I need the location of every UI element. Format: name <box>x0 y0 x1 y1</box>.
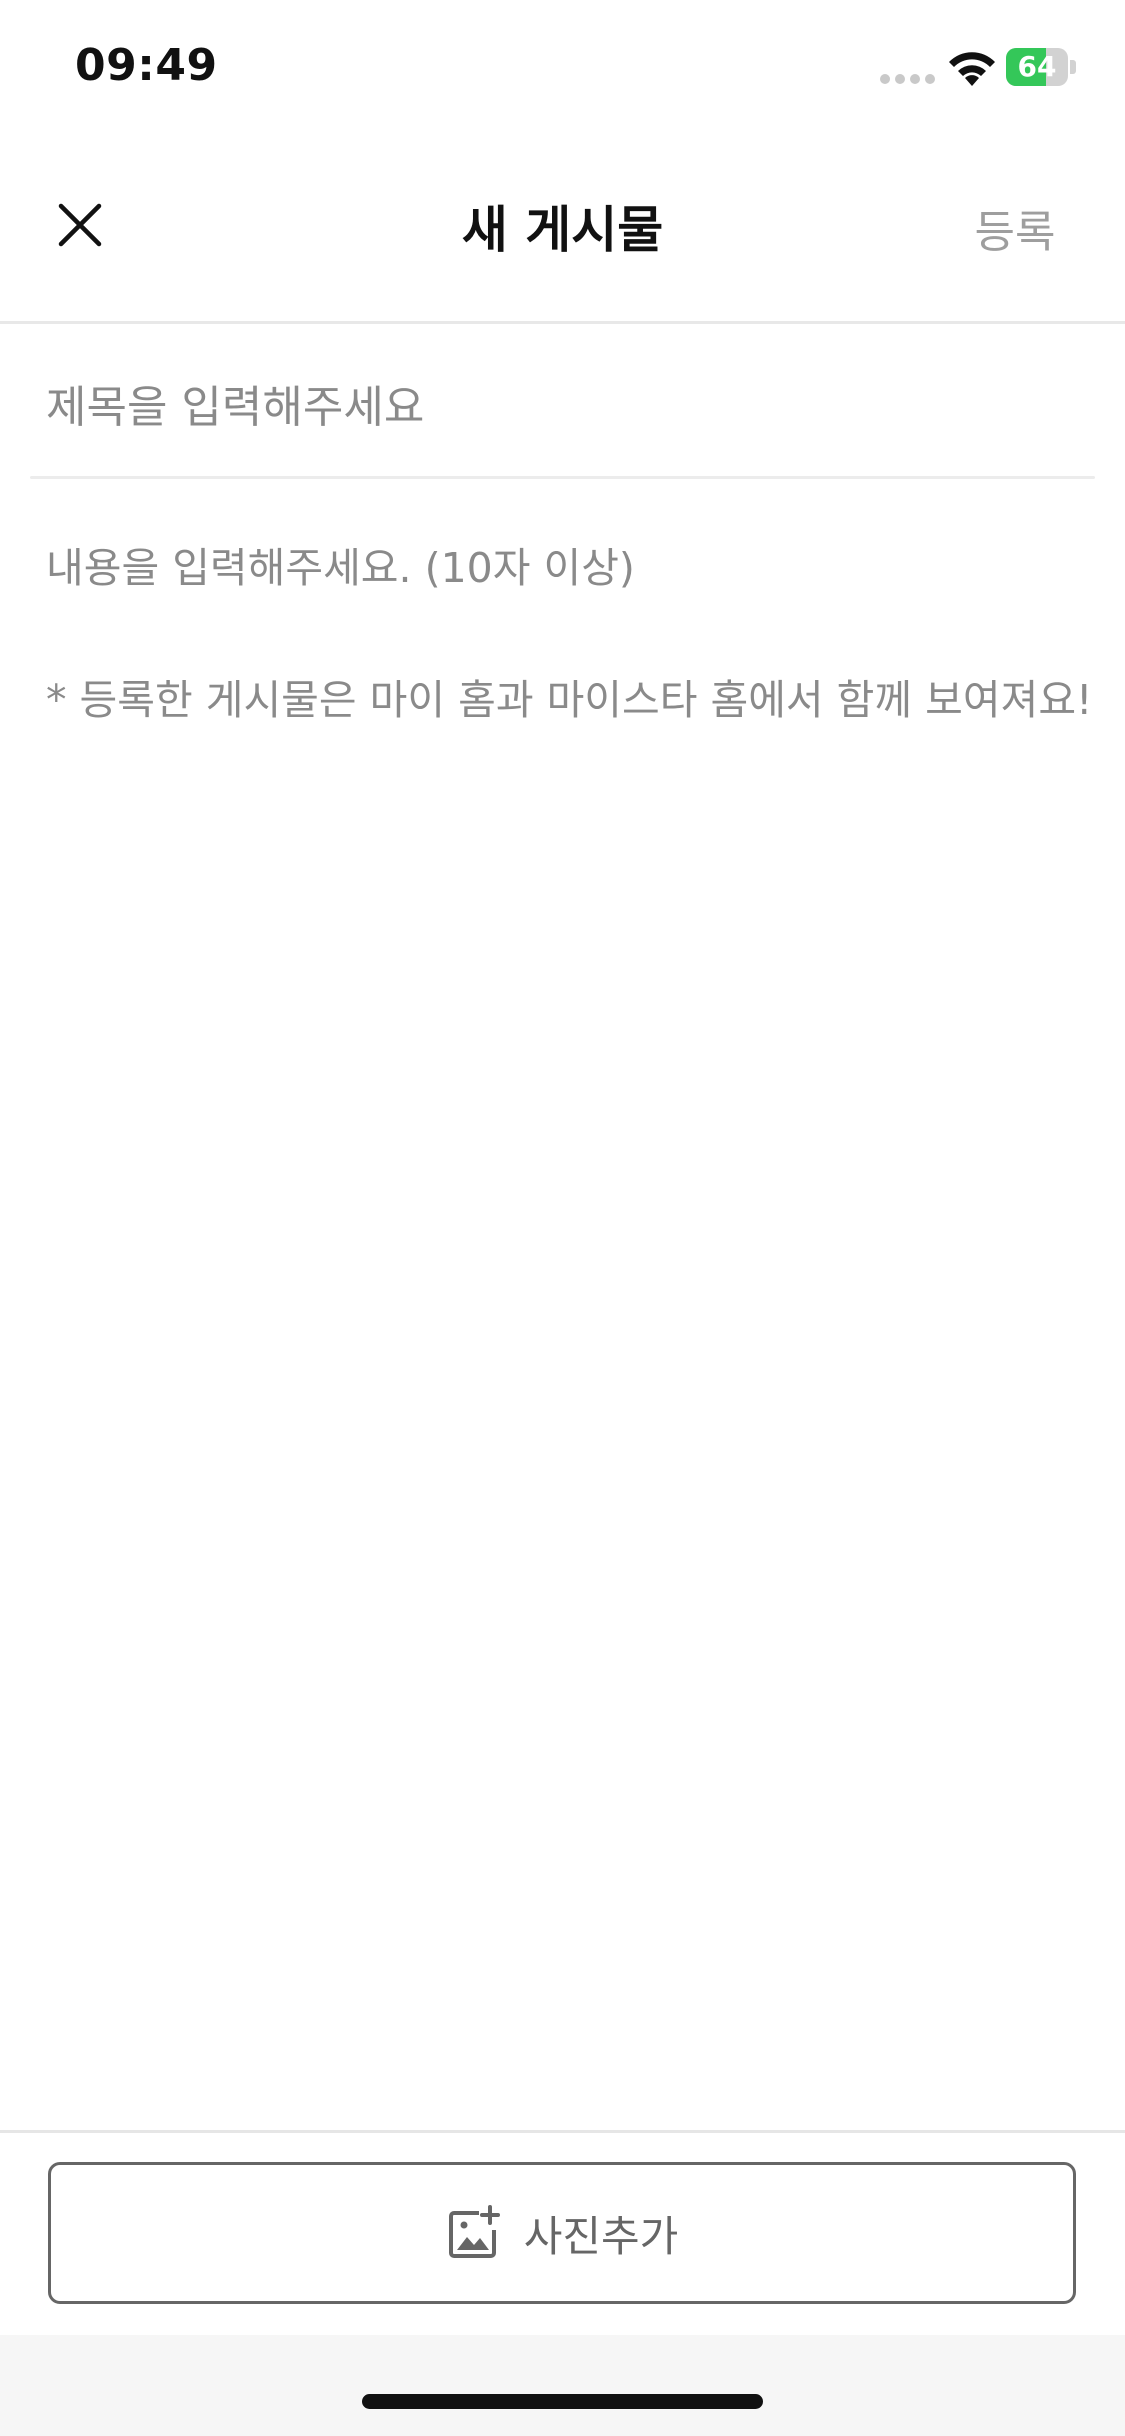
add-photo-button[interactable]: 사진추가 <box>48 2162 1076 2304</box>
status-time: 09:49 <box>75 40 218 91</box>
home-indicator-area <box>0 2335 1125 2436</box>
battery-charging-icon: 64 <box>1006 48 1076 86</box>
home-indicator[interactable] <box>362 2394 763 2409</box>
title-input[interactable] <box>30 340 1095 475</box>
header-divider <box>0 321 1125 324</box>
submit-button[interactable]: 등록 <box>940 196 1090 260</box>
wifi-icon <box>949 52 995 86</box>
title-divider <box>30 476 1095 479</box>
add-photo-label: 사진추가 <box>523 2211 679 2261</box>
content-input[interactable] <box>30 535 1095 2095</box>
add-photo-icon <box>448 2205 500 2258</box>
bottom-divider <box>0 2130 1125 2133</box>
signal-dots-icon <box>880 74 936 84</box>
battery-level: 64 <box>1017 50 1057 83</box>
